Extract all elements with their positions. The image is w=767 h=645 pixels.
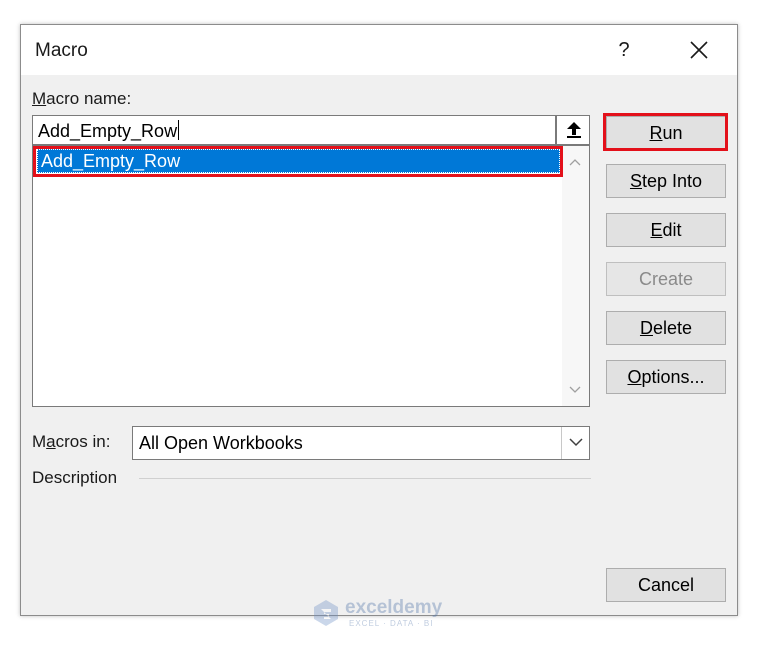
text-caret	[178, 120, 180, 140]
macros-in-label: Macros in:	[32, 432, 111, 451]
chevron-down-icon	[569, 438, 583, 447]
title-bar: Macro ?	[21, 25, 737, 75]
macro-list[interactable]: Add_Empty_Row	[32, 145, 590, 407]
step-into-button[interactable]: Step Into	[606, 164, 726, 198]
highlight-box-list-item	[33, 146, 563, 177]
help-button[interactable]: ?	[607, 33, 641, 67]
delete-button[interactable]: Delete	[606, 311, 726, 345]
macro-name-value: Add_Empty_Row	[38, 121, 178, 141]
list-scrollbar[interactable]	[562, 146, 589, 406]
close-icon	[690, 41, 708, 59]
macros-in-dropdown-button[interactable]	[561, 427, 589, 459]
macros-in-select[interactable]: All Open Workbooks	[132, 426, 590, 460]
macro-dialog: Macro ? Macro name: Add_Empty_Row Add_Em…	[20, 24, 738, 628]
macro-name-input[interactable]: Add_Empty_Row	[32, 115, 556, 145]
watermark-name: exceldemy	[345, 597, 443, 618]
arrow-up-icon	[567, 122, 581, 138]
watermark-tagline: EXCEL · DATA · BI	[349, 619, 434, 628]
edit-button[interactable]: Edit	[606, 213, 726, 247]
close-button[interactable]	[677, 33, 721, 67]
dialog-title: Macro	[35, 40, 88, 61]
logo-icon	[314, 600, 338, 626]
cancel-button[interactable]: Cancel	[606, 568, 726, 602]
collapse-button[interactable]	[556, 115, 590, 145]
description-label: Description	[32, 468, 118, 487]
chevron-up-icon[interactable]	[569, 158, 581, 166]
macro-name-label: Macro name:	[32, 89, 132, 108]
create-button: Create	[606, 262, 726, 296]
chevron-down-icon[interactable]	[569, 386, 581, 394]
macros-in-value: All Open Workbooks	[139, 433, 303, 453]
highlight-box-run	[603, 113, 728, 151]
options-button[interactable]: Options...	[606, 360, 726, 394]
watermark: exceldemy EXCEL · DATA · BI	[313, 597, 483, 633]
description-divider	[139, 478, 591, 479]
